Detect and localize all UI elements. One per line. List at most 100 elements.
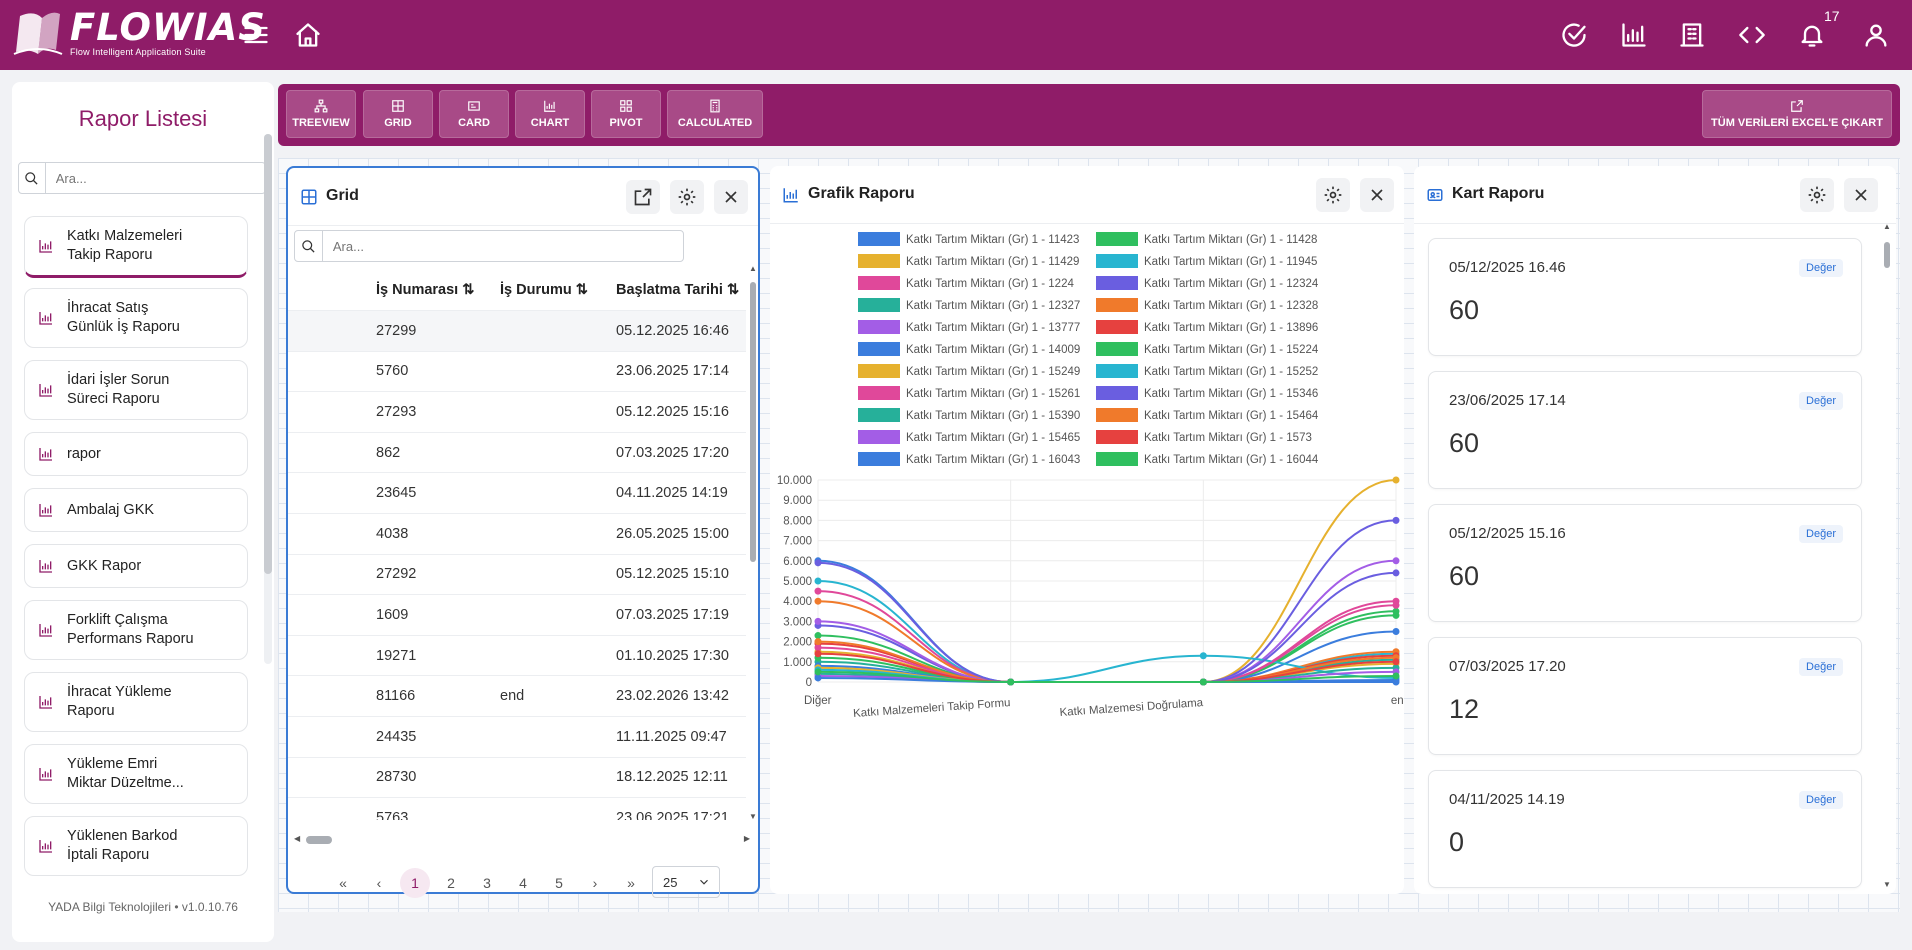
value-card[interactable]: 05/12/2025 15.16 Değer 60	[1428, 504, 1862, 622]
table-cell: 26.05.2025 15:00	[616, 513, 746, 555]
chart-panel-header: Grafik Raporu	[770, 166, 1404, 224]
data-point	[1392, 557, 1400, 565]
scroll-down-icon[interactable]: ▼	[749, 812, 757, 821]
grid-search[interactable]	[294, 230, 684, 262]
check-circle-icon[interactable]	[1556, 17, 1592, 53]
grid-settings-button[interactable]	[670, 180, 704, 214]
first-page-button[interactable]: «	[328, 868, 358, 898]
scrollbar-thumb[interactable]	[264, 134, 272, 574]
legend-swatch	[858, 386, 900, 400]
scrollbar-thumb[interactable]	[1884, 242, 1890, 268]
legend-label: Katkı Tartım Miktarı (Gr) 1 - 12328	[1144, 300, 1318, 312]
value-card[interactable]: 04/11/2025 14.19 Değer 0	[1428, 770, 1862, 888]
value-card[interactable]: 07/03/2025 17.20 Değer 12	[1428, 637, 1862, 755]
x-tick-label: Diğer	[804, 695, 832, 707]
data-point	[1199, 678, 1207, 686]
hamburger-menu-icon[interactable]	[238, 17, 274, 53]
sidebar-search-input[interactable]	[45, 170, 265, 186]
user-icon[interactable]	[1858, 17, 1894, 53]
sidebar-item-gkk-rapor[interactable]: GKK Rapor	[24, 544, 248, 588]
card-scrollbar[interactable]: ▲ ▼	[1883, 222, 1891, 889]
sidebar-item-idari-isler[interactable]: İdari İşler Sorun Süreci Raporu	[24, 360, 248, 420]
sidebar-search[interactable]	[18, 162, 266, 194]
page-3-button[interactable]: 3	[472, 868, 502, 898]
bar-chart-icon[interactable]	[1616, 17, 1652, 53]
report-list: Katkı Malzemeleri Takip Raporu İhracat Sa…	[12, 216, 248, 878]
table-row[interactable]: 862 07.03.2025 17:20	[288, 432, 746, 474]
legend-swatch	[858, 298, 900, 312]
table-row[interactable]: 5763 23.06.2025 17:21	[288, 797, 746, 820]
chart-settings-button[interactable]	[1316, 178, 1350, 212]
scroll-up-icon[interactable]: ▲	[749, 264, 757, 273]
column-header-is-numarasi[interactable]: İş Numarası ⇅	[376, 270, 500, 312]
legend-label: Katkı Tartım Miktarı (Gr) 1 - 11423	[906, 234, 1079, 246]
column-header-baslatma-tarihi[interactable]: Başlatma Tarihi ⇅	[616, 270, 746, 312]
row-spacer-cell	[288, 513, 376, 555]
grid-button[interactable]: GRID	[363, 90, 433, 138]
table-row[interactable]: 19271 01.10.2025 17:30	[288, 635, 746, 677]
export-excel-button[interactable]: TÜM VERİLERİ EXCEL'E ÇIKART	[1702, 90, 1892, 138]
calculated-button[interactable]: CALCULATED	[667, 90, 763, 138]
page-1-button[interactable]: 1	[400, 868, 430, 898]
card-button[interactable]: CARD	[439, 90, 509, 138]
table-row[interactable]: 1609 07.03.2025 17:19	[288, 594, 746, 636]
scroll-up-icon[interactable]: ▲	[1883, 222, 1891, 231]
home-icon[interactable]	[290, 17, 326, 53]
table-cell: 27299	[376, 310, 500, 352]
sidebar-item-katki-malzemeleri[interactable]: Katkı Malzemeleri Takip Raporu	[24, 216, 248, 278]
value-card[interactable]: 23/06/2025 17.14 Değer 60	[1428, 371, 1862, 489]
sidebar-item-yukleme-emri[interactable]: Yükleme Emri Miktar Düzeltme...	[24, 744, 248, 804]
last-page-button[interactable]: »	[616, 868, 646, 898]
table-row[interactable]: 28730 18.12.2025 12:11	[288, 757, 746, 799]
page-2-button[interactable]: 2	[436, 868, 466, 898]
table-row[interactable]: 81166 end 23.02.2026 13:42	[288, 675, 746, 718]
table-row[interactable]: 5760 23.06.2025 17:14	[288, 351, 746, 393]
grid-panel: Grid İş Numarası ⇅ İş Durumu ⇅ Başlatma …	[286, 166, 760, 898]
data-point	[814, 597, 822, 605]
treeview-button[interactable]: TREEVIEW	[286, 90, 356, 138]
scroll-left-icon[interactable]: ◀	[294, 834, 300, 843]
table-row[interactable]: 27293 05.12.2025 15:16	[288, 391, 746, 433]
building-icon[interactable]	[1674, 17, 1710, 53]
scroll-down-icon[interactable]: ▼	[1883, 880, 1891, 889]
chart-icon	[39, 696, 52, 709]
sidebar-item-forklift[interactable]: Forklift Çalışma Performans Raporu	[24, 600, 248, 660]
code-icon[interactable]	[1734, 17, 1770, 53]
flowias-logo[interactable]: FLOWIAS Flow Intelligent Application Sui…	[12, 6, 265, 62]
grid-search-input[interactable]	[322, 238, 683, 254]
chart-button[interactable]: CHART	[515, 90, 585, 138]
open-external-button[interactable]	[626, 180, 660, 214]
sidebar-item-ihracat-yukleme[interactable]: İhracat Yükleme Raporu	[24, 672, 248, 732]
column-header-is-durumu[interactable]: İş Durumu ⇅	[500, 270, 616, 312]
table-row[interactable]: 4038 26.05.2025 15:00	[288, 513, 746, 555]
page-size-select[interactable]: 25	[652, 866, 720, 898]
table-row[interactable]: 23645 04.11.2025 14:19	[288, 472, 746, 515]
sidebar-item-rapor[interactable]: rapor	[24, 432, 248, 476]
table-row[interactable]: 27299 05.12.2025 16:46	[288, 310, 746, 352]
prev-page-button[interactable]: ‹	[364, 868, 394, 898]
table-row[interactable]: 24435 11.11.2025 09:47	[288, 716, 746, 758]
sidebar-item-ambalaj-gkk[interactable]: Ambalaj GKK	[24, 488, 248, 532]
card-settings-button[interactable]	[1800, 178, 1834, 212]
line-chart: Katkı Tartım Miktarı (Gr) 1 - 11423 Katkı…	[777, 232, 1404, 720]
scrollbar-thumb[interactable]	[306, 836, 332, 844]
pivot-button[interactable]: PIVOT	[591, 90, 661, 138]
scroll-right-icon[interactable]: ▶	[744, 834, 750, 843]
page-5-button[interactable]: 5	[544, 868, 574, 898]
bar-chart-icon	[544, 100, 556, 112]
sidebar-item-yuklenen-barkod[interactable]: Yüklenen Barkod İptali Raporu	[24, 816, 248, 876]
grid-close-button[interactable]	[714, 180, 748, 214]
legend-label: Katkı Tartım Miktarı (Gr) 1 - 14009	[906, 344, 1080, 356]
value-card[interactable]: 05/12/2025 16.46 Değer 60	[1428, 238, 1862, 356]
next-page-button[interactable]: ›	[580, 868, 610, 898]
sidebar-item-ihracat-satis[interactable]: İhracat Satış Günlük İş Raporu	[24, 288, 248, 348]
card-badge: Değer	[1799, 791, 1843, 809]
sidebar-scrollbar[interactable]	[264, 134, 272, 664]
page-4-button[interactable]: 4	[508, 868, 538, 898]
grid-vertical-scrollbar[interactable]: ▲ ▼	[749, 264, 757, 821]
grid-horizontal-scrollbar[interactable]: ◀ ▶	[294, 834, 750, 844]
table-row[interactable]: 27292 05.12.2025 15:10	[288, 554, 746, 596]
chart-close-button[interactable]	[1360, 178, 1394, 212]
scrollbar-thumb[interactable]	[750, 282, 756, 562]
card-close-button[interactable]	[1844, 178, 1878, 212]
